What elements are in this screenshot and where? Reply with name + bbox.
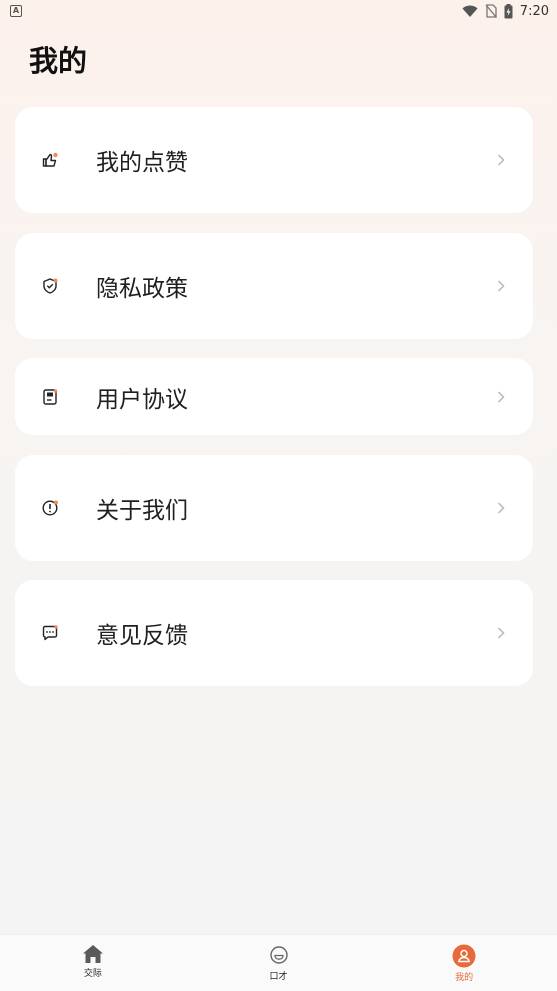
page-title: 我的: [29, 44, 88, 78]
chevron-right-icon: [497, 627, 505, 639]
thumbs-up-icon: [41, 151, 59, 169]
menu-item-label: 我的点赞: [96, 150, 188, 176]
menu-item-user-agreement[interactable]: 用户协议: [15, 358, 533, 435]
tab-eloquence[interactable]: 口才: [186, 935, 372, 991]
chevron-right-icon: [497, 502, 505, 514]
menu-item-about-us[interactable]: 关于我们: [15, 455, 533, 561]
chat-bubble-icon: [41, 624, 59, 642]
status-bar: A 7:20: [0, 0, 557, 22]
smile-face-icon: [269, 946, 288, 964]
document-icon: [41, 388, 59, 406]
bottom-tab-bar: 交际 口才 我的: [0, 934, 557, 991]
shield-check-icon: [41, 277, 59, 295]
tab-social[interactable]: 交际: [0, 935, 186, 991]
app-notification-icon: A: [10, 5, 22, 17]
menu-item-label: 用户协议: [96, 386, 188, 413]
tab-label: 口才: [269, 972, 288, 982]
no-sim-icon: [485, 4, 497, 18]
home-icon: [82, 945, 103, 963]
chevron-right-icon: [497, 154, 505, 166]
tab-label: 交际: [83, 969, 102, 979]
battery-icon: [504, 3, 513, 18]
person-icon: [452, 944, 476, 968]
info-circle-icon: [41, 499, 59, 517]
status-time: 7:20: [519, 3, 549, 19]
tab-label: 我的: [455, 973, 474, 983]
chevron-right-icon: [497, 280, 505, 292]
chevron-right-icon: [497, 390, 505, 403]
menu-item-label: 关于我们: [96, 498, 188, 524]
wifi-icon: [462, 5, 478, 17]
menu-item-label: 意见反馈: [96, 623, 188, 649]
menu-item-feedback[interactable]: 意见反馈: [15, 580, 533, 686]
menu-item-label: 隐私政策: [96, 276, 188, 302]
menu-item-my-likes[interactable]: 我的点赞: [15, 107, 533, 213]
menu-item-privacy-policy[interactable]: 隐私政策: [15, 233, 533, 339]
tab-mine[interactable]: 我的: [371, 935, 557, 991]
